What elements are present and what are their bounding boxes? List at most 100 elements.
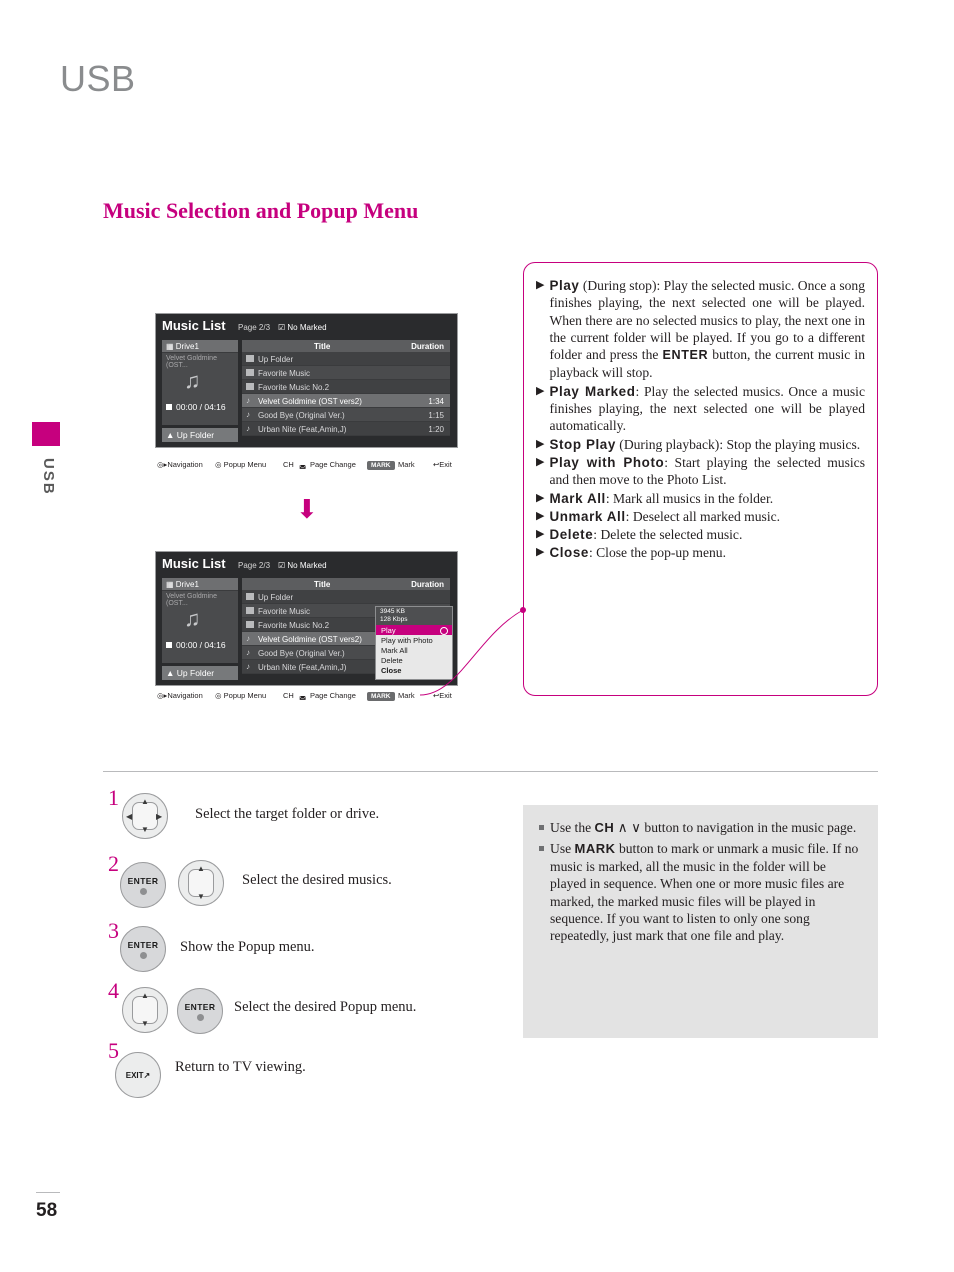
- flow-arrow-icon: ⬇: [296, 495, 318, 524]
- note-bullet-icon: [539, 825, 544, 830]
- up-folder-label: Up Folder: [176, 668, 215, 678]
- section-title: Music Selection and Popup Menu: [103, 198, 419, 223]
- folder-icon: [246, 593, 254, 600]
- step-number: 3: [108, 918, 119, 943]
- tv-body: ▦ Drive1 Velvet Goldmine (OST... ♫ 00:00…: [156, 578, 457, 680]
- footer-popup-menu: ◎ Popup Menu: [215, 460, 267, 469]
- enter-button[interactable]: ENTER: [120, 862, 166, 908]
- callout-body: : Delete the selected music.: [593, 527, 743, 543]
- folder-icon: [246, 369, 254, 376]
- footer-ch: CH: [283, 460, 294, 469]
- step-number: 4: [108, 978, 119, 1003]
- music-note-icon: ♪: [246, 662, 250, 671]
- list-item[interactable]: Up Folder: [242, 352, 450, 366]
- footer-ch: CH: [283, 691, 294, 700]
- section-divider: [103, 771, 878, 772]
- note-body: ∧ ∨ button to navigation in the music pa…: [614, 820, 857, 835]
- callout-item: ▶ Close: Close the pop-up menu.: [536, 544, 865, 561]
- drive-name: Drive1: [175, 342, 199, 351]
- exit-button-label: EXIT↗: [125, 1070, 151, 1080]
- exit-button[interactable]: EXIT↗: [115, 1052, 161, 1098]
- callout-keyword: Stop Play: [549, 436, 616, 452]
- drive-name: Drive1: [175, 580, 199, 589]
- music-list-pane: Title Duration Up Folder Favorite Music …: [242, 340, 450, 436]
- list-item-duration: 1:20: [428, 425, 444, 434]
- list-item-name: Urban Nite (Feat,Amin,J): [258, 425, 347, 434]
- ch-updown-icon: ◛: [299, 691, 307, 700]
- column-title: Title: [314, 342, 331, 351]
- popup-item-label: Delete: [381, 656, 403, 665]
- tv-marked-label: ☑ No Marked: [278, 561, 327, 570]
- enter-button[interactable]: ENTER: [120, 926, 166, 972]
- callout-inline-keyword: ENTER: [662, 348, 709, 363]
- nav-down-arrow-icon: ▼: [141, 1019, 149, 1028]
- folder-icon: [246, 355, 254, 362]
- list-item-selected[interactable]: ♪ Velvet Goldmine (OST vers2) 1:34: [242, 394, 450, 408]
- footer-popup-menu-label: Popup Menu: [223, 691, 267, 700]
- note-body: button to mark or unmark a music file. I…: [550, 841, 859, 944]
- music-note-icon: ♫: [184, 368, 201, 393]
- popup-menu-description-box: ▶ Play (During stop): Play the selected …: [523, 262, 878, 696]
- tv-marked-text: No Marked: [287, 323, 327, 332]
- list-item[interactable]: ♪ Urban Nite (Feat,Amin,J) 1:20: [242, 422, 450, 436]
- tv-header: Music List Page 2/3 ☑ No Marked: [156, 314, 457, 340]
- mark-chip: MARK: [367, 692, 395, 701]
- callout-body: : Close the pop-up menu.: [588, 545, 726, 561]
- footer-exit-label: Exit: [439, 460, 452, 469]
- up-folder-button[interactable]: ▲ Up Folder: [162, 666, 238, 680]
- callout-keyword: Mark All: [549, 490, 606, 506]
- tv-title: Music List: [162, 318, 226, 333]
- tv-footer-bar: ◎▸Navigation ◎ Popup Menu CH ◛ Page Chan…: [155, 460, 458, 474]
- bullet-arrow-icon: ▶: [536, 546, 545, 559]
- note-item: Use MARK button to mark or unmark a musi…: [539, 840, 862, 944]
- page-number: 58: [36, 1200, 58, 1221]
- music-note-icon: ♫: [184, 606, 201, 631]
- tv-marked-text: No Marked: [287, 561, 327, 570]
- list-item-duration: 1:15: [428, 411, 444, 420]
- drive-row[interactable]: ▦ Drive1: [162, 578, 238, 591]
- exit-label-text: EXIT: [125, 1070, 144, 1080]
- tv-marked-label: ☑ No Marked: [278, 323, 327, 332]
- callout-item: ▶ Play (During stop): Play the selected …: [536, 277, 865, 382]
- list-item[interactable]: ♪ Good Bye (Original Ver.) 1:15: [242, 408, 450, 422]
- list-item-name: Favorite Music No.2: [258, 383, 330, 392]
- callout-text: Mark All: Mark all musics in the folder.: [549, 490, 865, 507]
- footer-divider: [36, 1192, 60, 1193]
- enter-button[interactable]: ENTER: [177, 988, 223, 1034]
- nav-left-arrow-icon: ◀: [126, 812, 133, 821]
- tv-title: Music List: [162, 556, 226, 571]
- step-text: Show the Popup menu.: [180, 939, 315, 955]
- list-item-name: Velvet Goldmine (OST vers2): [258, 635, 362, 644]
- nav-up-arrow-icon: ▲: [141, 991, 149, 1000]
- callout-text: Unmark All: Deselect all marked music.: [549, 508, 865, 525]
- up-folder-button[interactable]: ▲ Up Folder: [162, 428, 238, 442]
- note-pre: Use: [550, 841, 575, 857]
- list-item[interactable]: Favorite Music No.2: [242, 380, 450, 394]
- footer-navigation: ◎▸Navigation: [157, 691, 203, 700]
- popup-item-label: Play: [381, 626, 396, 635]
- tv-page-indicator: Page 2/3: [238, 323, 271, 332]
- nav-down-arrow-icon: ▼: [141, 825, 149, 834]
- list-item-name: Good Bye (Original Ver.): [258, 411, 345, 420]
- callout-text: Delete: Delete the selected music.: [549, 526, 865, 543]
- drive-pane: ▦ Drive1 Velvet Goldmine (OST... ♫ 00:00…: [162, 340, 238, 425]
- callout-text: Play with Photo: Start playing the selec…: [549, 454, 865, 489]
- callout-item: ▶ Play with Photo: Start playing the sel…: [536, 454, 865, 489]
- enter-knob-icon: [139, 951, 147, 959]
- side-tab-marker: [32, 422, 60, 446]
- bullet-arrow-icon: ▶: [536, 528, 545, 541]
- note-keyword: CH: [594, 820, 615, 835]
- column-duration: Duration: [411, 580, 444, 589]
- drive-row[interactable]: ▦ Drive1: [162, 340, 238, 353]
- playback-time: 00:00 / 04:16: [162, 640, 242, 650]
- list-item-name: Up Folder: [258, 593, 294, 602]
- list-item[interactable]: Favorite Music: [242, 366, 450, 380]
- bullet-arrow-icon: ▶: [536, 384, 545, 397]
- nav-right-arrow-icon: ▶: [156, 812, 163, 821]
- enter-button-label: ENTER: [184, 1001, 216, 1012]
- ch-updown-icon: ◛: [299, 460, 307, 469]
- callout-text: Play (During stop): Play the selected mu…: [549, 277, 865, 382]
- footer-mark: Mark: [398, 691, 415, 700]
- enter-button-label: ENTER: [127, 875, 159, 886]
- list-item-name: Velvet Goldmine (OST vers2): [258, 397, 362, 406]
